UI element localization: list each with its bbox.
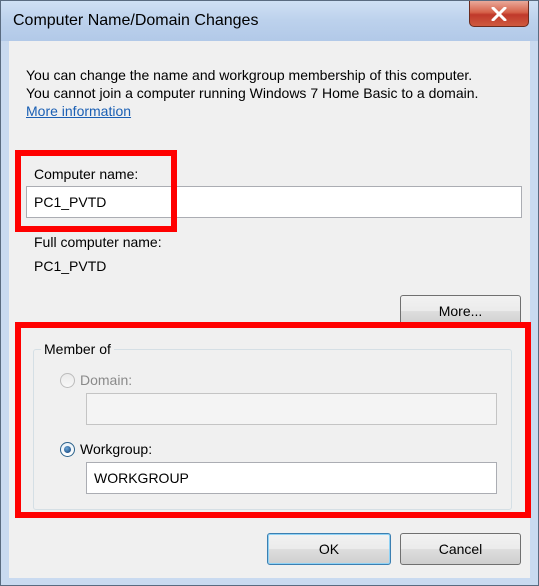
workgroup-label: Workgroup: bbox=[80, 441, 153, 457]
full-computer-name-value: PC1_PVTD bbox=[34, 258, 107, 274]
domain-input[interactable] bbox=[86, 393, 497, 425]
computer-name-input[interactable]: PC1_PVTD bbox=[26, 186, 522, 218]
description-text: You can change the name and workgroup me… bbox=[26, 66, 496, 120]
domain-radio[interactable] bbox=[60, 373, 75, 388]
member-of-title: Member of bbox=[41, 341, 114, 357]
full-computer-name-label: Full computer name: bbox=[34, 234, 162, 250]
computer-name-label: Computer name: bbox=[34, 166, 139, 182]
more-button[interactable]: More... bbox=[400, 295, 521, 327]
workgroup-input[interactable]: WORKGROUP bbox=[86, 462, 497, 494]
ok-button[interactable]: OK bbox=[267, 533, 391, 565]
workgroup-radio[interactable] bbox=[60, 442, 75, 457]
window-title: Computer Name/Domain Changes bbox=[13, 12, 259, 29]
more-information-link[interactable]: More information bbox=[26, 103, 131, 119]
title-bar[interactable]: Computer Name/Domain Changes bbox=[1, 1, 538, 41]
close-button[interactable] bbox=[469, 1, 529, 27]
workgroup-value: WORKGROUP bbox=[94, 470, 189, 486]
domain-label: Domain: bbox=[80, 372, 133, 388]
cancel-button[interactable]: Cancel bbox=[400, 533, 521, 565]
close-icon bbox=[491, 6, 507, 21]
description-body: You can change the name and workgroup me… bbox=[26, 67, 479, 101]
computer-name-value: PC1_PVTD bbox=[34, 194, 107, 210]
